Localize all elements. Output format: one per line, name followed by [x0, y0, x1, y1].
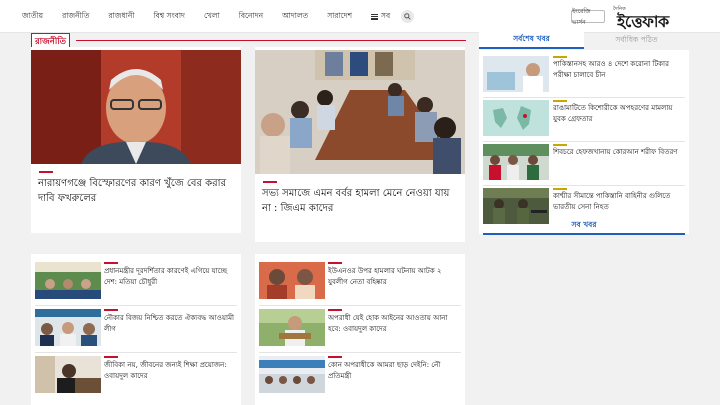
news-title[interactable]: শিবচরে হেফজখানায় কোরআন শরীফ বিতরণ	[553, 147, 685, 158]
news-title[interactable]: অপরাধী যেই হোক আইনের আওতায় আনা হবে: ওবা…	[328, 313, 460, 335]
news-title[interactable]: পাকিস্তানসহ আরও ৪ দেশে করোনা টিকার পরীক্…	[553, 59, 685, 81]
news-grid-right: ইউএনওর উপর হামলার ঘটনায় আটক ২ যুবলীগ নে…	[255, 254, 465, 405]
list-item[interactable]: নৌকার বিজয় নিশ্চিত করতে ঐক্যবদ্ধ আওয়াম…	[35, 309, 237, 353]
nav-more-label: সব	[381, 10, 391, 20]
search-icon	[404, 13, 411, 20]
list-item[interactable]: কোন অপরাধীকে আমরা ছাড় দেইনি: নৌ প্রতিমন…	[259, 356, 461, 400]
main-nav: জাতীয় রাজনীতি রাজধানী বিশ্ব সংবাদ খেলা …	[22, 0, 415, 33]
lead-title-1[interactable]: নারায়ণগঞ্জে বিস্ফোরণের কারণ খুঁজে বের ক…	[38, 177, 234, 206]
news-thumbnail[interactable]	[483, 56, 549, 92]
item-accent-mark	[328, 262, 342, 264]
nav-item-national[interactable]: জাতীয়	[22, 11, 43, 23]
news-title[interactable]: নৌকার বিজয় নিশ্চিত করতে ঐক্যবদ্ধ আওয়াম…	[104, 313, 236, 335]
divider	[259, 305, 461, 306]
news-thumbnail[interactable]	[259, 262, 325, 299]
item-accent-mark	[553, 144, 567, 146]
lead-image-1[interactable]	[31, 50, 241, 164]
news-title[interactable]: কাশ্মীর সীমান্তে পাকিস্তানি বাহিনীর গুলি…	[553, 191, 685, 213]
news-grid-left: প্রধানমন্ত্রীর দূরদর্শিতার কারণেই এগিয়ে…	[31, 254, 241, 405]
item-accent-mark	[328, 356, 342, 358]
list-item[interactable]: শিবচরে হেফজখানায় কোরআন শরীফ বিতরণ	[483, 144, 685, 182]
news-thumbnail[interactable]	[259, 356, 325, 393]
news-title[interactable]: রাঙামাটিতে কিশোরীকে অপহরণের মামলায় যুবক…	[553, 103, 685, 125]
list-item[interactable]: জীবিকা নয়, জীবনের জন্যই শিক্ষা প্রয়োজন…	[35, 356, 237, 400]
lead-image-2[interactable]	[255, 50, 465, 174]
nav-item-world[interactable]: বিশ্ব সংবাদ	[154, 11, 185, 23]
list-item[interactable]: পাকিস্তানসহ আরও ৪ দেশে করোনা টিকার পরীক্…	[483, 56, 685, 94]
item-accent-mark	[104, 309, 118, 311]
item-accent-mark	[104, 356, 118, 358]
nav-item-sports[interactable]: খেলা	[204, 11, 220, 23]
news-title[interactable]: ইউএনওর উপর হামলার ঘটনায় আটক ২ যুবলীগ নে…	[328, 266, 460, 288]
news-title[interactable]: কোন অপরাধীকে আমরা ছাড় দেইনি: নৌ প্রতিমন…	[328, 360, 460, 382]
item-accent-mark	[328, 309, 342, 311]
list-item[interactable]: অপরাধী যেই হোক আইনের আওতায় আনা হবে: ওবা…	[259, 309, 461, 353]
sidebar-news-list: পাকিস্তানসহ আরও ৪ দেশে করোনা টিকার পরীক্…	[479, 50, 689, 234]
lead-story-1[interactable]: নারায়ণগঞ্জে বিস্ফোরণের কারণ খুঁজে বের ক…	[31, 47, 241, 233]
item-accent-mark	[553, 188, 567, 190]
news-title[interactable]: প্রধানমন্ত্রীর দূরদর্শিতার কারণেই এগিয়ে…	[104, 266, 236, 288]
lead-accent-mark	[39, 171, 53, 173]
lead-story-2[interactable]: সভ্য সমাজে এমন বর্বর হামলা মেনে নেওয়া য…	[255, 47, 465, 242]
news-thumbnail[interactable]	[259, 309, 325, 346]
all-news-link[interactable]: সব খবর	[483, 218, 685, 235]
item-accent-mark	[553, 56, 567, 58]
item-accent-mark	[553, 100, 567, 102]
top-navigation-bar: জাতীয় রাজনীতি রাজধানী বিশ্ব সংবাদ খেলা …	[0, 0, 720, 33]
nav-item-country[interactable]: সারাদেশ	[327, 11, 352, 23]
section-heading: রাজনীতি	[31, 33, 466, 51]
english-version-button[interactable]: ইংরেজি ভার্সন	[571, 8, 605, 26]
nav-item-entertainment[interactable]: বিনোদন	[239, 11, 263, 23]
tab-latest-news[interactable]: সর্বশেষ খবর	[479, 32, 584, 49]
item-accent-mark	[104, 262, 118, 264]
nav-item-capital[interactable]: রাজধানী	[108, 11, 134, 23]
news-thumbnail[interactable]	[35, 309, 101, 346]
news-thumbnail[interactable]	[483, 144, 549, 180]
list-item[interactable]: রাঙামাটিতে কিশোরীকে অপহরণের মামলায় যুবক…	[483, 100, 685, 138]
hamburger-icon	[371, 13, 379, 20]
lead-title-2[interactable]: সভ্য সমাজে এমন বর্বর হামলা মেনে নেওয়া য…	[262, 187, 460, 216]
nav-item-politics[interactable]: রাজনীতি	[62, 11, 89, 23]
nav-more-menu[interactable]: সব	[371, 11, 390, 23]
news-thumbnail[interactable]	[35, 262, 101, 299]
news-thumbnail[interactable]	[35, 356, 101, 393]
section-divider	[76, 40, 466, 41]
divider	[483, 97, 685, 98]
nav-item-court[interactable]: আদালত	[282, 11, 308, 23]
divider	[483, 141, 685, 142]
divider	[259, 352, 461, 353]
divider	[35, 352, 237, 353]
news-title[interactable]: জীবিকা নয়, জীবনের জন্যই শিক্ষা প্রয়োজন…	[104, 360, 236, 382]
list-item[interactable]: ইউএনওর উপর হামলার ঘটনায় আটক ২ যুবলীগ নে…	[259, 262, 461, 306]
news-thumbnail[interactable]	[483, 100, 549, 136]
tab-most-read[interactable]: সর্বাধিক পঠিত	[584, 32, 689, 49]
site-logo[interactable]: দৈনিক ইত্তেফাক	[613, 6, 691, 31]
list-item[interactable]: প্রধানমন্ত্রীর দূরদর্শিতার কারণেই এগিয়ে…	[35, 262, 237, 306]
search-button[interactable]	[401, 10, 415, 23]
divider	[483, 185, 685, 186]
lead-accent-mark	[263, 181, 277, 183]
sidebar-tabs: সর্বশেষ খবর সর্বাধিক পঠিত	[479, 32, 689, 49]
divider	[35, 305, 237, 306]
